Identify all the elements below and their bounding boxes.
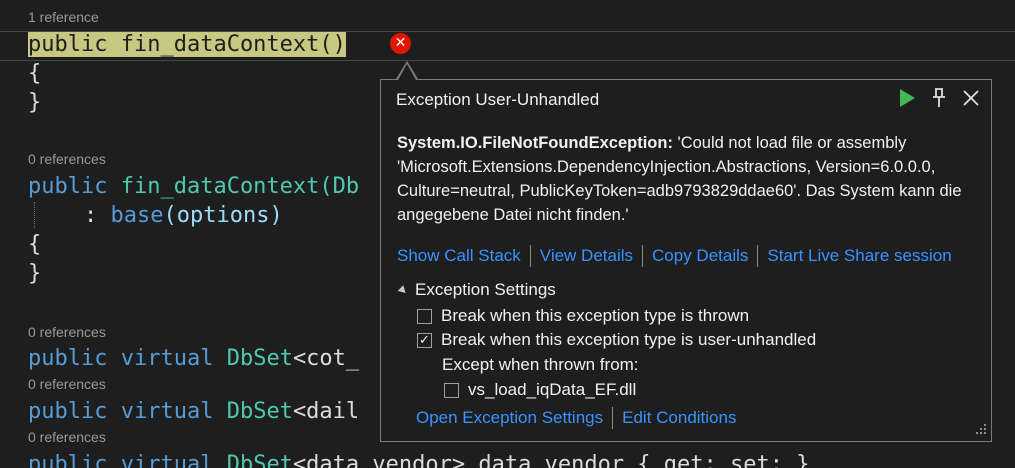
codelens-references[interactable]: 0 references — [28, 151, 106, 167]
codelens-references[interactable]: 1 reference — [28, 9, 99, 25]
popup-links: Show Call Stack View Details Copy Detail… — [397, 245, 952, 267]
break-when-user-unhandled-checkbox[interactable]: ✓ Break when this exception type is user… — [417, 330, 816, 350]
popup-bottom-links: Open Exception Settings Edit Conditions — [416, 407, 736, 429]
codelens-references[interactable]: 0 references — [28, 376, 106, 392]
code-line: public fin_dataContext(Db — [28, 174, 359, 200]
copy-details-link[interactable]: Copy Details — [652, 246, 748, 266]
code-line: { — [28, 61, 42, 86]
open-exception-settings-link[interactable]: Open Exception Settings — [416, 408, 603, 428]
collapse-triangle-icon — [397, 284, 409, 296]
divider — [642, 245, 644, 267]
edit-conditions-link[interactable]: Edit Conditions — [622, 408, 736, 428]
constructor-name: fin_dataContext() — [120, 32, 346, 57]
code-line: } — [28, 90, 42, 115]
resize-grip-icon[interactable] — [973, 423, 987, 437]
checkbox-label: vs_load_iqData_EF.dll — [468, 380, 637, 399]
checkbox-label: Break when this exception type is user-u… — [441, 330, 817, 349]
keyword: virtual — [120, 399, 214, 424]
code-line: public virtual DbSet<dail — [28, 399, 359, 425]
type-name: DbSet — [226, 346, 293, 371]
checkbox-label: Break when this exception type is thrown — [441, 306, 750, 325]
divider — [757, 245, 759, 267]
keyword: virtual — [120, 346, 214, 371]
checkmark-icon: ✓ — [419, 332, 430, 348]
keyword: public — [28, 32, 108, 57]
parameter: (options) — [163, 203, 283, 228]
codelens-references[interactable]: 0 references — [28, 324, 106, 340]
close-icon — [963, 90, 979, 106]
code-line: public fin_dataContext() — [28, 32, 346, 58]
dll-exception-checkbox[interactable]: vs_load_iqData_EF.dll — [444, 380, 636, 400]
codelens-references[interactable]: 0 references — [28, 429, 106, 445]
except-when-thrown-label: Except when thrown from: — [442, 355, 639, 374]
constructor-name: fin_dataContext( — [120, 174, 333, 199]
view-details-link[interactable]: View Details — [540, 246, 633, 266]
error-icon[interactable]: ✕ — [390, 33, 411, 54]
exception-type: System.IO.FileNotFoundException: — [397, 134, 673, 152]
exception-message: System.IO.FileNotFoundException: 'Could … — [397, 131, 977, 227]
code-line: } — [28, 261, 42, 286]
exception-settings-label: Exception Settings — [415, 280, 556, 299]
show-call-stack-link[interactable]: Show Call Stack — [397, 246, 521, 266]
exception-helper-popup: Exception User-Unhandled System.IO.FileN… — [380, 79, 992, 442]
keyword: public — [28, 452, 108, 468]
code-line: public virtual DbSet<data_vendor> data_v… — [28, 452, 810, 468]
live-share-link[interactable]: Start Live Share session — [767, 246, 951, 266]
keyword: virtual — [120, 452, 214, 468]
keyword: public — [28, 174, 108, 199]
keyword: base — [110, 203, 164, 228]
pin-icon — [933, 88, 945, 107]
type-name: DbSet — [226, 399, 293, 424]
popup-pointer-inner — [398, 64, 416, 80]
popup-actions — [895, 86, 983, 110]
indent-guide — [34, 202, 35, 228]
divider — [529, 245, 531, 267]
type-name: DbSet — [226, 452, 293, 468]
divider — [612, 407, 614, 429]
code-text: <cot_ — [292, 346, 360, 371]
keyword: public — [28, 346, 108, 371]
code-text: <dail — [292, 399, 360, 424]
code-line: public virtual DbSet<cot_ — [28, 346, 359, 372]
checkbox-box[interactable]: ✓ — [417, 332, 432, 348]
break-when-thrown-checkbox[interactable]: Break when this exception type is thrown — [417, 306, 749, 326]
checkbox-box[interactable] — [444, 382, 459, 398]
highlighted-statement: public fin_dataContext() — [28, 32, 346, 57]
code-text: <data_vendor> data_vendor { get; set; } — [292, 452, 810, 468]
keyword: public — [28, 399, 108, 424]
continue-icon — [900, 89, 915, 107]
code-line: : base(options) — [84, 203, 283, 229]
pin-button[interactable] — [927, 86, 951, 110]
exception-settings-toggle[interactable]: Exception Settings — [397, 280, 556, 300]
colon: : — [84, 203, 111, 228]
popup-title: Exception User-Unhandled — [396, 90, 600, 109]
close-button[interactable] — [959, 86, 983, 110]
type-name: Db — [332, 174, 360, 199]
checkbox-box[interactable] — [417, 308, 432, 324]
code-line: { — [28, 232, 42, 257]
continue-button[interactable] — [895, 86, 919, 110]
